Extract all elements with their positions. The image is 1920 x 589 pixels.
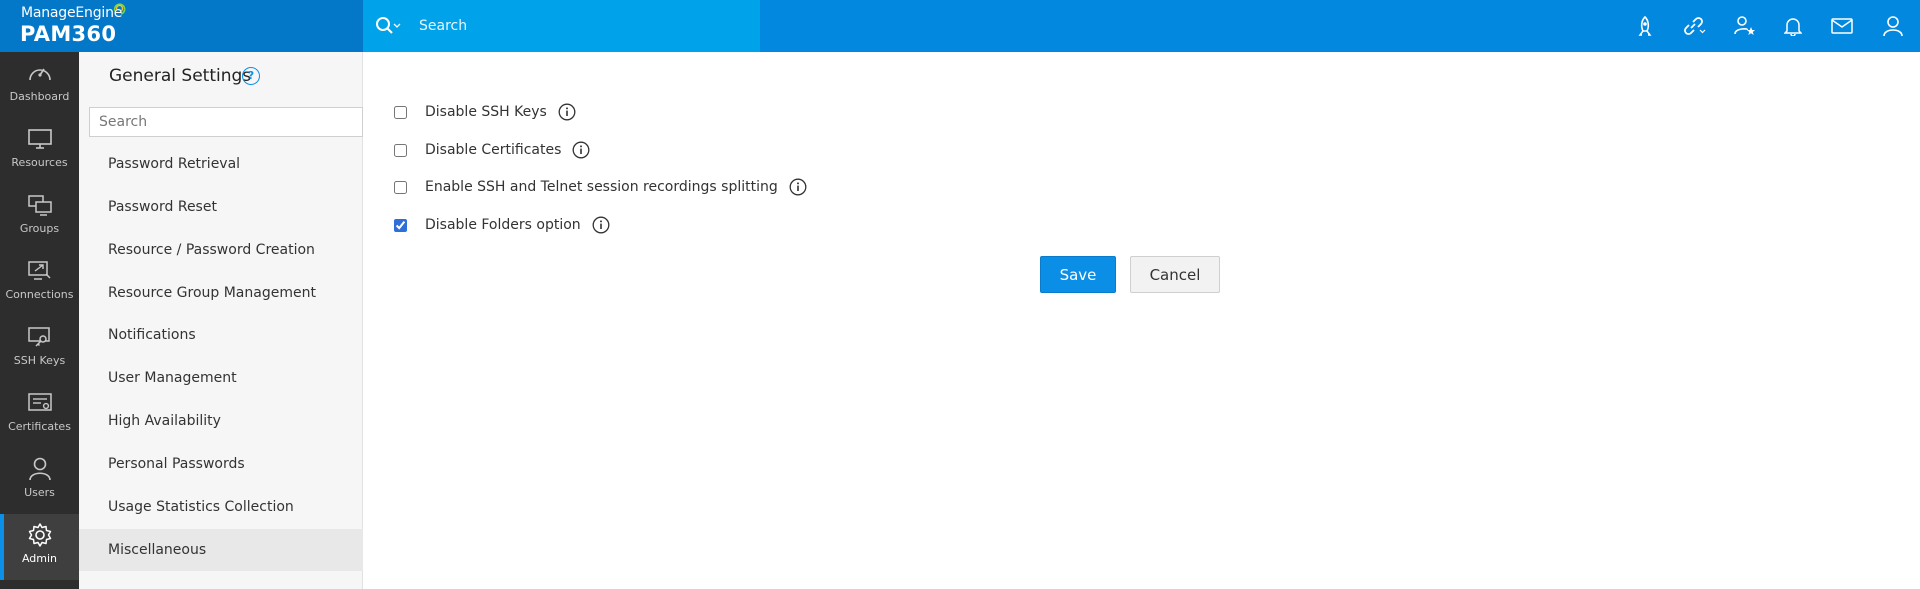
option-label: Disable SSH Keys [425,104,547,120]
sidebar-item-password-reset[interactable]: Password Reset [79,186,363,228]
settings-sidebar: General Settings ? Password Retrieval Pa… [79,52,363,589]
sidebar-search-input[interactable] [89,107,363,137]
top-bar: ManageEngine PAM360 [0,0,1920,52]
sidebar-item-resource-group-management[interactable]: Resource Group Management [79,272,363,314]
sidebar-item-high-availability[interactable]: High Availability [79,400,363,442]
nav-label: Dashboard [9,90,70,103]
nav-label: SSH Keys [13,354,66,367]
global-search [363,0,760,52]
info-icon[interactable] [572,141,590,159]
session-recordings-splitting-checkbox[interactable] [394,180,407,194]
info-icon[interactable] [592,216,610,234]
nav-label: Groups [19,222,60,235]
nav-certificates[interactable]: Certificates [0,382,79,448]
option-label: Enable SSH and Telnet session recordings… [425,179,778,195]
option-label: Disable Certificates [425,142,562,158]
sidebar-item-personal-passwords[interactable]: Personal Passwords [79,443,363,485]
bell-icon[interactable] [1779,12,1807,40]
option-disable-folders: Disable Folders option [394,214,610,236]
left-nav: Dashboard Resources Groups Connections S… [0,52,79,589]
main-content: Disable SSH Keys Disable Certificates En… [364,52,1920,589]
nav-connections[interactable]: Connections [0,250,79,316]
ssh-keys-icon [27,324,53,350]
nav-label: Admin [21,552,58,565]
vendor-name: ManageEngine [21,5,123,21]
disable-ssh-keys-checkbox[interactable] [394,105,407,119]
monitor-icon [27,126,53,152]
nav-admin[interactable]: Admin [0,514,79,580]
user-icon[interactable] [1879,12,1907,40]
info-icon[interactable] [558,103,576,121]
dashboard-icon [27,60,53,86]
sidebar-title: General Settings [109,66,252,86]
nav-groups[interactable]: Groups [0,184,79,250]
sidebar-item-password-retrieval[interactable]: Password Retrieval [79,143,363,185]
disable-folders-checkbox[interactable] [394,218,407,232]
save-button[interactable]: Save [1040,256,1116,293]
global-search-input[interactable] [419,18,719,34]
groups-icon [27,192,53,218]
link-icon[interactable] [1680,12,1708,40]
option-session-recordings-splitting: Enable SSH and Telnet session recordings… [394,176,807,198]
option-disable-certificates: Disable Certificates [394,139,590,161]
sidebar-item-resource-password-creation[interactable]: Resource / Password Creation [79,229,363,271]
gear-icon [27,522,53,548]
logo-swirl-icon [113,3,126,15]
nav-dashboard[interactable]: Dashboard [0,52,79,118]
sidebar-item-miscellaneous[interactable]: Miscellaneous [79,529,363,571]
product-name: PAM360 [20,22,117,46]
mail-icon[interactable] [1828,12,1856,40]
sidebar-item-usage-statistics-collection[interactable]: Usage Statistics Collection [79,486,363,528]
nav-label: Users [24,486,55,499]
nav-label: Certificates [8,420,71,433]
certificates-icon [27,390,53,416]
nav-resources[interactable]: Resources [0,118,79,184]
rocket-icon[interactable] [1631,12,1659,40]
user-star-icon[interactable] [1731,12,1759,40]
help-icon[interactable]: ? [242,67,260,85]
info-icon[interactable] [789,178,807,196]
sidebar-item-user-management[interactable]: User Management [79,357,363,399]
cancel-button[interactable]: Cancel [1130,256,1220,293]
nav-label: Resources [11,156,68,169]
connections-icon [27,258,53,284]
brand-logo[interactable]: ManageEngine PAM360 [0,0,363,52]
disable-certificates-checkbox[interactable] [394,143,407,157]
nav-label: Connections [5,288,74,301]
sidebar-item-notifications[interactable]: Notifications [79,314,363,356]
nav-ssh-keys[interactable]: SSH Keys [0,316,79,382]
nav-users[interactable]: Users [0,448,79,514]
option-disable-ssh-keys: Disable SSH Keys [394,101,576,123]
user-icon [27,456,53,482]
option-label: Disable Folders option [425,217,581,233]
search-icon[interactable] [375,14,403,38]
